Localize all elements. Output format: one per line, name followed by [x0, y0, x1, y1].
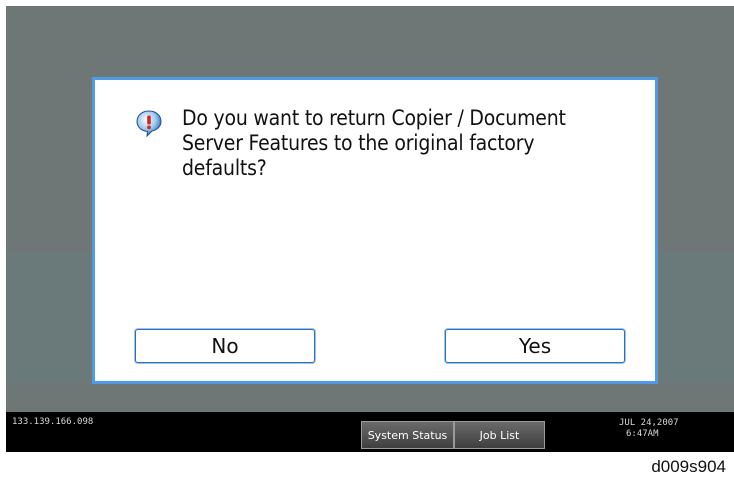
dialog-message-line-2: Server Features to the original factory	[182, 131, 535, 155]
exclamation-icon	[136, 110, 162, 137]
ip-address: 133.139.166.098	[12, 417, 94, 427]
no-button[interactable]: No	[135, 329, 315, 363]
dialog-message-line-3: defaults?	[182, 156, 267, 180]
time-text: 6:47AM	[626, 429, 659, 439]
figure-code: d009s904	[651, 457, 726, 476]
yes-button-label: Yes	[518, 334, 552, 358]
yes-button[interactable]: Yes	[445, 329, 625, 363]
system-status-label: System Status	[367, 428, 448, 442]
job-list-label: Job List	[479, 428, 520, 442]
no-button-label: No	[211, 334, 239, 358]
date-text: JUL 24,2007	[619, 418, 679, 428]
system-status-button[interactable]: System Status	[361, 421, 454, 449]
dialog-message: Do you want to return Copier / Document …	[182, 106, 642, 181]
touch-panel-screen: Do you want to return Copier / Document …	[6, 6, 734, 452]
dialog-message-line-1: Do you want to return Copier / Document	[182, 106, 566, 130]
confirmation-dialog: Do you want to return Copier / Document …	[92, 77, 658, 384]
status-bar: 133.139.166.098 System Status Job List J…	[6, 412, 734, 452]
date-time: JUL 24,2007 6:47AM	[619, 418, 679, 440]
job-list-button[interactable]: Job List	[454, 421, 545, 449]
